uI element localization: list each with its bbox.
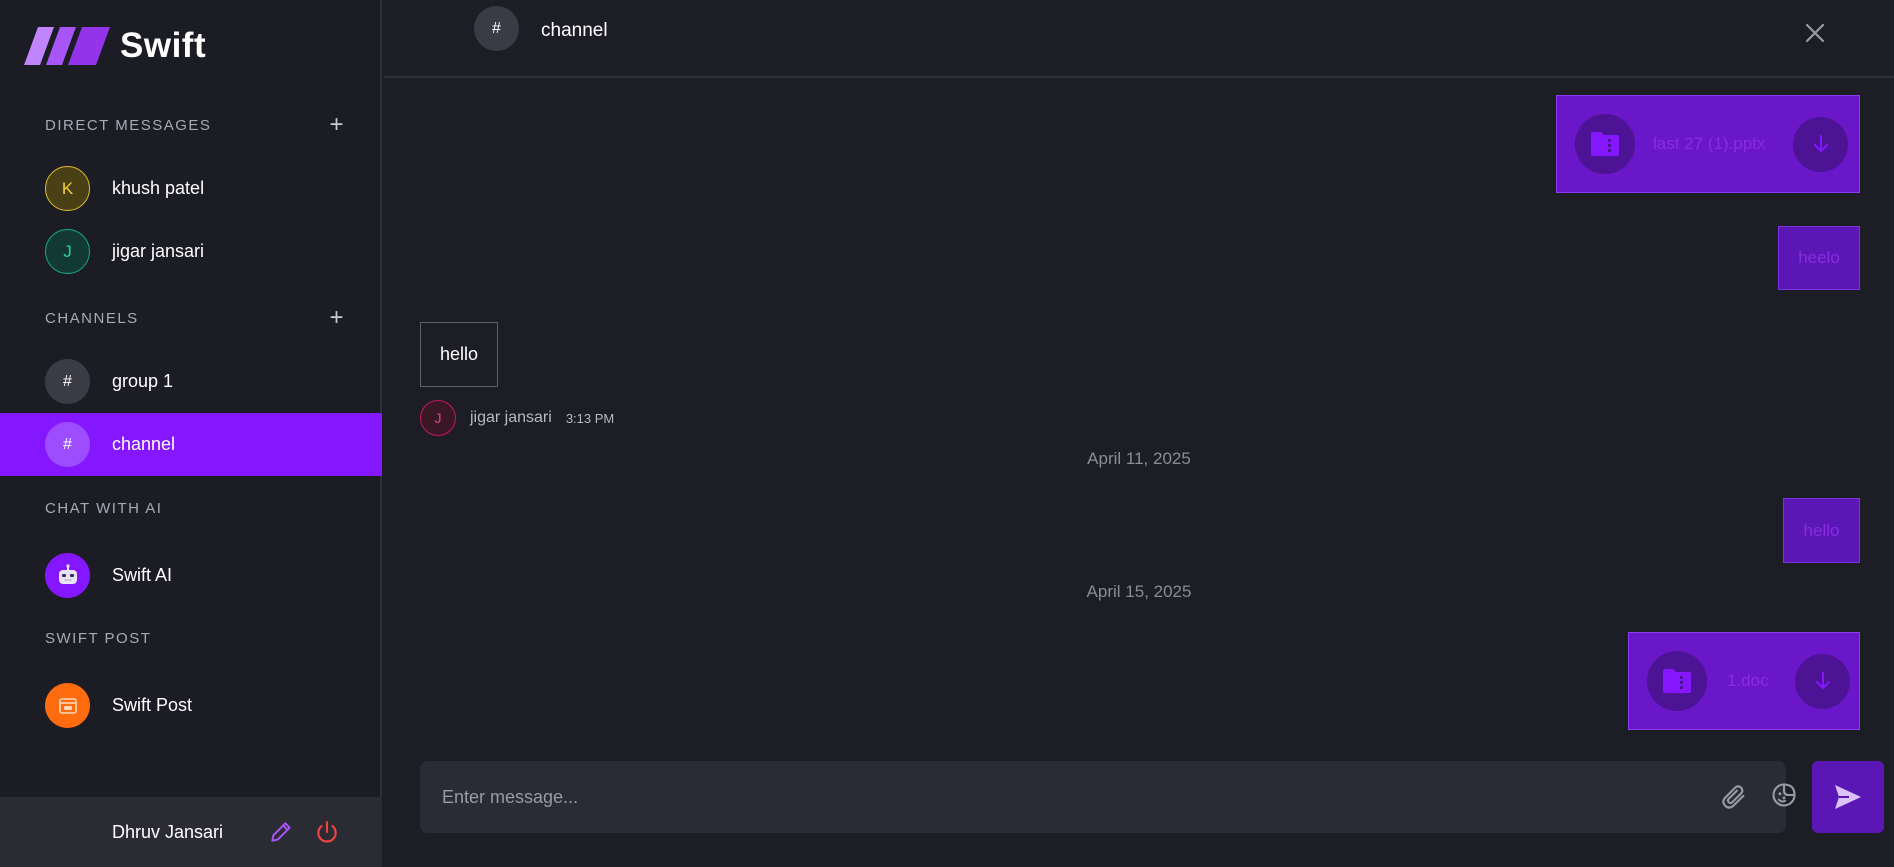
robot-icon bbox=[45, 553, 90, 598]
channel-item-group-1[interactable]: # group 1 bbox=[0, 350, 382, 413]
logout-power-icon[interactable] bbox=[314, 819, 340, 845]
edit-profile-icon[interactable] bbox=[268, 819, 294, 845]
swift-post-label: Swift Post bbox=[112, 695, 193, 715]
chat-with-ai-title: CHAT WITH AI bbox=[45, 500, 163, 517]
dm-item-label: jigar jansari bbox=[112, 241, 205, 261]
dm-item-jigar-jansari[interactable]: J jigar jansari bbox=[0, 220, 382, 283]
channels-header: CHANNELS + bbox=[45, 306, 345, 330]
message-sender: J jigar jansari 3:13 PM bbox=[420, 400, 614, 436]
app-name: Swift bbox=[120, 26, 207, 65]
swift-ai-item[interactable]: Swift AI bbox=[0, 544, 382, 607]
file-name: 1.doc bbox=[1727, 671, 1769, 690]
date-separator: April 15, 2025 bbox=[1086, 582, 1192, 601]
add-channel-button[interactable]: + bbox=[329, 306, 345, 330]
chat-with-ai-header: CHAT WITH AI bbox=[45, 500, 345, 517]
chat-header: # channel bbox=[384, 0, 1894, 78]
zip-folder-icon bbox=[1575, 114, 1635, 174]
message-time: 3:13 PM bbox=[565, 410, 615, 426]
send-icon bbox=[1835, 785, 1861, 809]
hash-icon: # bbox=[45, 359, 90, 404]
channel-item-label: channel bbox=[112, 434, 176, 454]
chat-title: channel bbox=[541, 20, 608, 41]
message-input[interactable] bbox=[442, 761, 1642, 833]
close-icon[interactable] bbox=[1800, 18, 1830, 48]
channels-title: CHANNELS bbox=[45, 309, 139, 327]
outgoing-message: hello bbox=[1783, 498, 1860, 563]
arrow-down-icon bbox=[1815, 672, 1830, 689]
incoming-message: hello bbox=[420, 322, 498, 387]
send-button[interactable] bbox=[1812, 761, 1884, 833]
direct-messages-title: DIRECT MESSAGES bbox=[45, 116, 212, 134]
date-separator: April 11, 2025 bbox=[1087, 449, 1191, 468]
swift-post-title: SWIFT POST bbox=[45, 630, 152, 647]
avatar: K bbox=[45, 166, 90, 211]
swift-ai-label: Swift AI bbox=[112, 565, 173, 585]
user-footer: Dhruv Jansari bbox=[0, 797, 382, 867]
chat-area: # channel last 27 (1).pptx heelo hello J… bbox=[384, 0, 1894, 867]
avatar: J bbox=[45, 229, 90, 274]
channel-item-label: group 1 bbox=[112, 371, 174, 391]
channel-item-channel[interactable]: # channel bbox=[0, 413, 382, 476]
file-message[interactable]: 1.doc bbox=[1628, 632, 1860, 730]
add-direct-message-button[interactable]: + bbox=[329, 113, 345, 137]
download-button[interactable] bbox=[1795, 653, 1850, 709]
app-logo[interactable]: Swift bbox=[24, 26, 206, 66]
arrow-down-icon bbox=[1813, 135, 1828, 152]
hash-icon: # bbox=[45, 422, 90, 467]
file-message[interactable]: last 27 (1).pptx bbox=[1556, 95, 1860, 193]
dm-item-label: khush patel bbox=[112, 178, 205, 198]
hash-icon: # bbox=[474, 6, 519, 51]
post-icon bbox=[45, 683, 90, 728]
direct-messages-header: DIRECT MESSAGES + bbox=[45, 113, 345, 137]
swift-post-item[interactable]: Swift Post bbox=[0, 674, 382, 737]
message-composer bbox=[420, 761, 1796, 833]
swift-post-header: SWIFT POST bbox=[45, 630, 345, 647]
emoji-sticker-icon[interactable] bbox=[1770, 781, 1798, 809]
file-name: last 27 (1).pptx bbox=[1653, 134, 1766, 153]
outgoing-message: heelo bbox=[1778, 226, 1860, 290]
avatar: J bbox=[420, 400, 456, 436]
logo-icon bbox=[24, 27, 110, 65]
paperclip-icon[interactable] bbox=[1720, 783, 1748, 811]
zip-folder-icon bbox=[1647, 651, 1707, 711]
download-button[interactable] bbox=[1793, 116, 1848, 172]
current-user-name: Dhruv Jansari bbox=[112, 821, 224, 842]
dm-item-khush-patel[interactable]: K khush patel bbox=[0, 157, 382, 220]
sidebar: Swift DIRECT MESSAGES + K khush patel J … bbox=[0, 0, 382, 867]
sender-name: jigar jansari bbox=[470, 409, 552, 426]
